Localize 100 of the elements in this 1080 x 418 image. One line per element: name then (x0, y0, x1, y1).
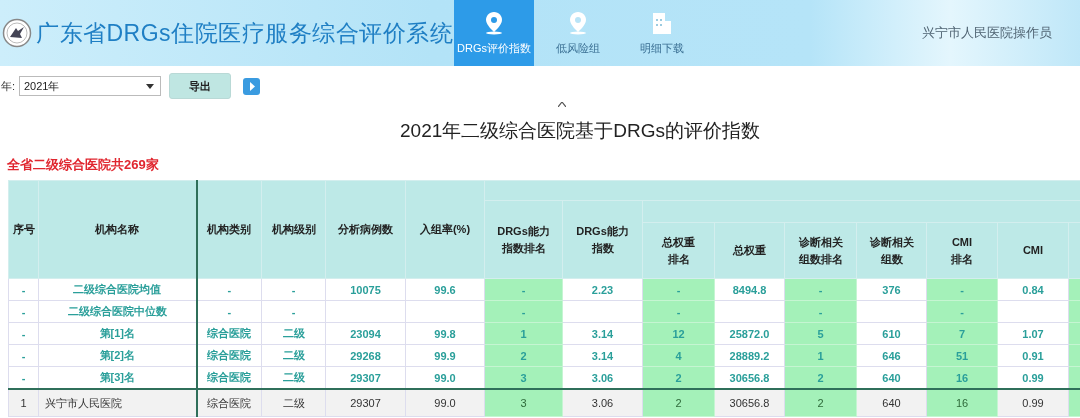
table-cell: - (521, 305, 526, 318)
table-cell: 640 (882, 397, 901, 409)
table-cell: 第[1]名 (99, 327, 135, 339)
year-select[interactable]: 2021年 (19, 76, 161, 96)
table-cell: 99.0 (434, 371, 456, 384)
table-cell: 10075 (350, 283, 381, 296)
table-cell: 第[2]名 (99, 349, 135, 361)
table-cell: - (227, 283, 232, 296)
nav-tab[interactable]: 明细下载 (622, 0, 702, 66)
table-cell: 51 (955, 349, 969, 362)
column-header: 诊断相关组数 (869, 235, 914, 267)
table-cell: 3.14 (591, 327, 614, 340)
table-cell: 29307 (350, 371, 381, 384)
hospital-count: 全省二级综合医院共269家 (7, 156, 160, 174)
table-cell: 0.84 (1022, 283, 1044, 296)
nav-tab[interactable]: DRGs评价指数 (454, 0, 534, 66)
table-cell: 8494.8 (732, 283, 767, 296)
column-header: 总权重排名 (662, 235, 695, 267)
table-cell: 30656.8 (729, 397, 770, 409)
map-pin-icon (568, 10, 588, 35)
table-cell: 0.99 (1022, 397, 1044, 409)
export-button[interactable]: 导出 (169, 73, 231, 99)
table-cell: 二级 (282, 349, 305, 361)
table-cell: - (676, 305, 681, 318)
table-cell: 2 (675, 397, 682, 409)
table-cell: 综合医院 (207, 396, 252, 409)
report-title: 2021年二级综合医院基于DRGs的评价指数 (399, 119, 761, 142)
table-cell: 综合医院 (207, 371, 252, 383)
table-cell: - (960, 283, 964, 296)
table-cell: 第[3]名 (99, 371, 135, 383)
column-header: CMI (1022, 243, 1044, 259)
table-cell: 5 (817, 327, 824, 340)
table-cell: 2 (817, 371, 824, 384)
table-cell: 23094 (350, 327, 381, 340)
table-cell: - (818, 283, 823, 296)
table-cell: 1 (817, 349, 824, 362)
table-cell: 3 (520, 397, 527, 409)
column-header: CMI排名 (950, 235, 974, 267)
column-header: 机构类别 (196, 180, 262, 279)
table-cell: 2 (817, 397, 824, 409)
table-cell: 3.06 (591, 371, 614, 384)
table-cell: 0.91 (1022, 349, 1044, 362)
table-cell: 29268 (350, 349, 381, 362)
table-cell: 3 (520, 371, 527, 384)
table-cell: 30656.8 (729, 371, 770, 384)
nav-tab[interactable]: 低风险组 (538, 0, 618, 66)
table-cell: 640 (882, 371, 901, 384)
table-cell: 二级综合医院均值 (73, 283, 162, 295)
dropdown-arrow-icon (146, 83, 154, 89)
table-cell: 1.07 (1022, 327, 1044, 340)
table-cell: 4 (675, 349, 682, 362)
table-cell: - (521, 283, 526, 296)
table-cell: 综合医院 (207, 327, 252, 339)
table-cell: 28889.2 (729, 349, 770, 362)
table-cell: - (818, 305, 823, 318)
table-cell: 1 (520, 327, 527, 340)
column-header: 机构名称 (38, 180, 197, 279)
table-cell: - (960, 305, 964, 318)
table-cell: 3.14 (591, 349, 614, 362)
table-cell: 兴宁市人民医院 (45, 396, 122, 409)
app-title: 广东省DRGs住院医疗服务综合评价系统 (36, 18, 454, 48)
table-cell: 12 (672, 327, 685, 340)
table-cell: 99.6 (434, 283, 456, 296)
table-cell: 1 (20, 397, 27, 409)
table-cell: 3.06 (591, 397, 614, 409)
table-cell: 99.0 (434, 397, 456, 409)
table-cell: - (227, 305, 232, 318)
table-cell: - (21, 371, 26, 384)
table-cell: 99.8 (434, 327, 456, 340)
column-header: DRGs能力指数 (575, 224, 630, 256)
table-cell: - (21, 349, 26, 362)
table-cell: 0.99 (1022, 371, 1044, 384)
table-cell: 2 (520, 349, 527, 362)
year-label: 年: (1, 78, 17, 94)
column-header: 诊断相关组数排名 (798, 235, 843, 267)
collapse-caret-icon[interactable] (558, 102, 566, 107)
table-cell: - (676, 283, 681, 296)
building-icon (650, 10, 674, 35)
table-cell: - (21, 283, 26, 296)
table-cell: 376 (882, 283, 901, 296)
table-cell: 610 (882, 327, 901, 340)
table-cell: 646 (882, 349, 901, 362)
table-cell: 综合医院 (207, 349, 252, 361)
table-cell: 二级综合医院中位数 (67, 305, 167, 317)
table-cell: 25872.0 (729, 327, 770, 340)
column-header: 入组率(%) (405, 180, 485, 279)
user-name: 兴宁市人民医院操作员 (922, 24, 1052, 42)
map-pin-icon (484, 10, 504, 35)
logo-icon (2, 18, 32, 48)
table-cell: - (21, 305, 26, 318)
play-icon[interactable] (243, 77, 260, 95)
table-cell: 二级 (282, 371, 305, 383)
column-header: 序号 (8, 180, 39, 279)
column-header: DRGs能力指数排名 (496, 224, 551, 256)
column-header: 总权重 (733, 243, 766, 259)
column-header: 机构级别 (261, 180, 326, 279)
table-cell: 16 (955, 371, 969, 384)
table-cell: 二级 (282, 396, 305, 409)
table-cell: 二级 (282, 327, 305, 339)
table-cell: 2 (675, 371, 682, 384)
